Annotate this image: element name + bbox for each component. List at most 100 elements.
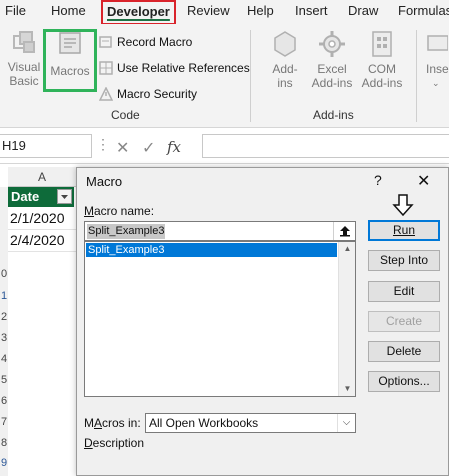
dialog-title: Macro — [86, 174, 123, 189]
filter-arrow-icon — [61, 195, 68, 199]
macros-label: Macros — [50, 64, 90, 78]
gridline — [8, 251, 76, 252]
row-number[interactable]: 9 — [0, 457, 8, 469]
macros-in-label-text: cros in: — [102, 416, 141, 430]
description-label-text: escription — [92, 436, 145, 450]
tab-developer[interactable]: Developer — [101, 0, 176, 25]
upload-arrow-icon — [339, 226, 350, 237]
macros-in-label: MAcros in: — [84, 416, 141, 430]
chevron-down-icon: ⌄ — [432, 78, 440, 88]
row-number[interactable]: 0 — [0, 268, 8, 280]
macros-icon — [59, 32, 81, 54]
step-into-button[interactable]: Step Into — [368, 250, 440, 271]
addins-label-1: Add- — [272, 62, 298, 76]
cancel-icon[interactable]: ✕ — [116, 138, 129, 158]
code-group-label: Code — [111, 108, 140, 122]
macros-in-label-pre: M — [84, 416, 94, 430]
com-addins-icon — [372, 31, 392, 57]
macro-name-label: Macro name: — [84, 204, 154, 218]
macros-in-value: All Open Workbooks — [149, 416, 259, 430]
gear-icon — [319, 31, 345, 57]
pointer-arrow-icon — [392, 194, 414, 216]
close-button[interactable]: ✕ — [417, 171, 430, 191]
formula-bar: H19 ⋮ ✕ ✓ fx — [0, 128, 449, 164]
com-addins-button[interactable]: COM Add-ins — [357, 30, 407, 90]
macros-button[interactable]: Macros — [48, 30, 92, 78]
group-separator — [250, 30, 251, 122]
visual-basic-label-2: Basic — [9, 74, 39, 88]
tab-help[interactable]: Help — [247, 2, 274, 24]
addins-label-2: ins — [277, 76, 293, 90]
scrollbar[interactable]: ▲ ▼ — [338, 242, 355, 396]
gridline — [8, 229, 76, 230]
visual-basic-label-1: Visual — [7, 60, 41, 74]
help-button[interactable]: ? — [374, 172, 382, 188]
tab-review[interactable]: Review — [187, 2, 230, 24]
record-macro-icon — [99, 36, 112, 48]
macros-in-label-accel: A — [94, 416, 103, 430]
relative-references-label: Use Relative References — [117, 61, 250, 75]
row-number[interactable]: 7 — [0, 416, 8, 428]
delete-button[interactable]: Delete — [368, 341, 440, 362]
insert-control-icon — [427, 35, 448, 51]
com-addins-label-1: COM — [368, 62, 396, 76]
macro-name-label-accel: M — [84, 204, 94, 218]
row-number[interactable]: 1 — [0, 290, 8, 302]
tab-draw[interactable]: Draw — [348, 2, 378, 24]
macro-list[interactable]: Split_Example3 ▲ ▼ — [84, 241, 356, 397]
name-box[interactable]: H19 — [0, 134, 92, 158]
macro-name-label-text: acro name: — [94, 204, 155, 218]
macro-name-input[interactable]: Split_Example3 — [84, 221, 356, 241]
ribbon-tabs: File Home Developer Review Help Insert D… — [0, 0, 449, 25]
scroll-down-icon[interactable]: ▼ — [339, 382, 356, 396]
addins-group-label: Add-ins — [313, 108, 354, 122]
record-macro-label: Record Macro — [117, 35, 193, 49]
row-number[interactable]: 8 — [0, 437, 8, 449]
filter-dropdown-button[interactable] — [57, 189, 72, 204]
tab-formulas[interactable]: Formulas — [398, 2, 449, 24]
description-label-accel: D — [84, 436, 93, 450]
description-label: Description — [84, 436, 144, 450]
com-addins-label-2: Add-ins — [361, 76, 403, 90]
addins-button[interactable]: Add- ins — [263, 30, 307, 90]
row-number[interactable]: 4 — [0, 353, 8, 365]
options-button[interactable]: Options... — [368, 371, 440, 392]
ribbon: Visual Basic Macros Record Macro Use Rel… — [0, 24, 449, 128]
run-button[interactable]: Run — [368, 220, 440, 241]
scroll-up-icon[interactable]: ▲ — [339, 242, 356, 256]
macro-dialog: Macro ? ✕ Macro name: Split_Example3 Spl… — [76, 167, 449, 476]
excel-addins-label-2: Add-ins — [311, 76, 353, 90]
date-cell[interactable]: 2/1/2020 — [10, 207, 65, 229]
insert-function-icon[interactable]: fx — [167, 138, 181, 156]
macros-in-select[interactable]: All Open Workbooks ⌵ — [145, 413, 356, 433]
chevron-down-icon[interactable]: ⌵ — [337, 414, 355, 432]
edit-button[interactable]: Edit — [368, 281, 440, 302]
macro-name-value: Split_Example3 — [87, 224, 166, 239]
relative-references-icon — [99, 61, 113, 75]
visual-basic-button[interactable]: Visual Basic — [2, 30, 46, 88]
group-separator — [416, 30, 417, 122]
formula-input[interactable] — [202, 134, 449, 158]
macro-security-label: Macro Security — [117, 87, 198, 101]
tab-file[interactable]: File — [5, 2, 26, 24]
visual-basic-icon — [13, 31, 35, 53]
more-options-icon: ⋮ — [96, 136, 110, 152]
tab-home[interactable]: Home — [51, 2, 86, 24]
warning-icon — [99, 87, 113, 101]
create-button[interactable]: Create — [368, 311, 440, 332]
excel-addins-button[interactable]: Excel Add-ins — [307, 30, 357, 90]
tab-insert[interactable]: Insert — [295, 2, 328, 24]
insert-control-button[interactable]: Inse ⌄ — [422, 30, 449, 90]
excel-addins-label-1: Excel — [317, 62, 347, 76]
enter-icon[interactable]: ✓ — [142, 138, 155, 158]
row-number[interactable]: 6 — [0, 395, 8, 407]
row-number[interactable]: 2 — [0, 311, 8, 323]
addins-icon — [274, 31, 296, 57]
date-cell[interactable]: 2/4/2020 — [10, 229, 65, 251]
run-label: Run — [392, 223, 415, 237]
list-item[interactable]: Split_Example3 — [86, 243, 337, 257]
row-number[interactable]: 3 — [0, 332, 8, 344]
collapse-dialog-button[interactable] — [333, 222, 355, 240]
column-header-a[interactable]: A — [8, 167, 76, 187]
row-number[interactable]: 5 — [0, 374, 8, 386]
